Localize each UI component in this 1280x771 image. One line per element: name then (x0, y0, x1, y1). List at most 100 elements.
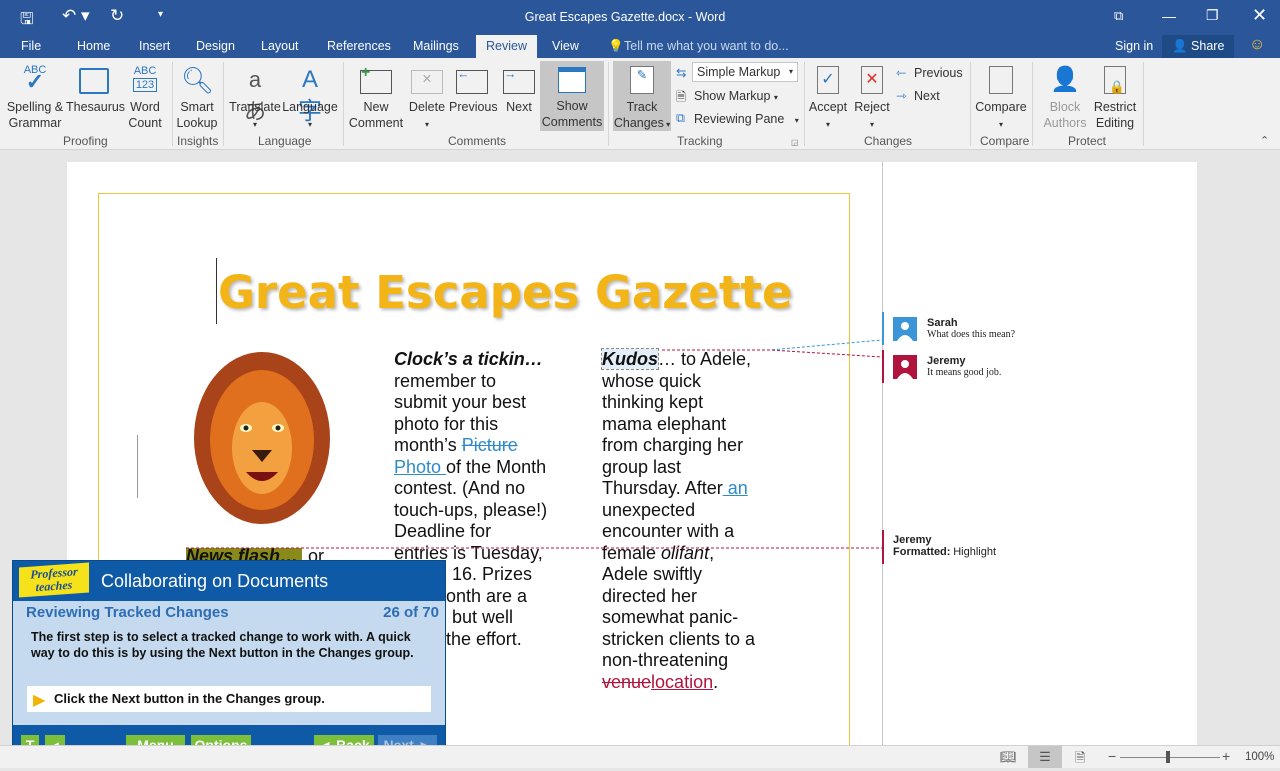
lion-clipart (190, 350, 340, 530)
show-markup-icon: 🗎 (676, 88, 686, 109)
group-insights: Insights (177, 134, 218, 148)
group-compare: Compare (980, 134, 1029, 148)
block-authors-button[interactable]: 👤BlockAuthors (1038, 64, 1092, 131)
reject-button[interactable]: ✕Reject▾ (852, 64, 892, 133)
language-icon: A字 (294, 64, 326, 96)
tab-references[interactable]: References (327, 39, 391, 53)
zoom-slider-thumb[interactable] (1166, 751, 1170, 763)
accept-button[interactable]: ✓Accept▾ (808, 64, 848, 133)
ribbon: ABC✓Spelling &Grammar Thesaurus ABC123Wo… (0, 58, 1280, 150)
share-button[interactable]: 👤 Share (1162, 35, 1234, 58)
compare-icon (989, 66, 1013, 94)
lightbulb-icon: 💡 (608, 39, 624, 54)
restore-icon[interactable]: ❐ (1206, 7, 1219, 24)
tutorial-panel: Professor teaches Collaborating on Docum… (12, 560, 446, 762)
lesson-progress: 26 of 70 (383, 604, 439, 621)
deleted-text[interactable]: Picture (462, 435, 518, 455)
play-arrow-icon: ▶ (33, 690, 45, 710)
restrict-editing-button[interactable]: 🔒RestrictEditing (1092, 64, 1138, 131)
minimize-icon[interactable]: — (1162, 8, 1176, 24)
status-bar: 📖︎ ☰ 🗎 − + 100% (0, 745, 1280, 768)
previous-change-icon: ⇽ (896, 65, 906, 80)
spelling-grammar-button[interactable]: ABC✓Spelling &Grammar (6, 64, 64, 131)
inserted-text[interactable]: location (651, 672, 713, 692)
group-protect: Protect (1068, 134, 1106, 148)
column-2-text: Kudos… to Adele, whose quick thinking ke… (602, 349, 755, 693)
smart-lookup-button[interactable]: 🔍︎SmartLookup (176, 64, 218, 131)
print-layout-icon[interactable]: ☰ (1028, 746, 1062, 768)
markup-select[interactable]: Simple Markup▾ (692, 62, 798, 82)
share-label: Share (1191, 39, 1224, 53)
tab-view[interactable]: View (552, 39, 579, 53)
compare-button[interactable]: Compare▾ (974, 64, 1028, 133)
commented-text[interactable]: Kudos (602, 349, 658, 369)
zoom-out-button[interactable]: − (1108, 748, 1116, 764)
display-for-review-icon: ⇆ (676, 65, 686, 80)
next-change-icon: ⇾ (896, 88, 906, 103)
word-count-button[interactable]: ABC123WordCount (126, 64, 164, 131)
show-comments-button[interactable]: ShowComments (540, 61, 604, 131)
tab-mailings[interactable]: Mailings (413, 39, 459, 53)
inserted-text[interactable]: an (723, 478, 748, 498)
ribbon-tabs: File Home Insert Design Layout Reference… (0, 35, 1280, 58)
inserted-text[interactable]: Photo (394, 457, 446, 477)
smiley-icon[interactable]: ☺ (1249, 36, 1265, 54)
block-authors-icon: 👤 (1049, 64, 1081, 96)
zoom-level[interactable]: 100% (1245, 751, 1274, 763)
previous-change-button[interactable]: Previous (914, 66, 963, 80)
tab-layout[interactable]: Layout (261, 39, 299, 53)
previous-comment-icon: ← (456, 70, 488, 94)
person-icon: 👤 (1172, 39, 1191, 53)
accept-icon: ✓ (817, 66, 839, 94)
group-changes: Changes (864, 134, 912, 148)
zoom-in-button[interactable]: + (1222, 748, 1230, 764)
new-comment-button[interactable]: +NewComment (346, 64, 406, 131)
zoom-slider[interactable] (1120, 757, 1220, 758)
avatar-sarah (893, 317, 917, 341)
translate-button[interactable]: aあTranslate▾ (229, 64, 281, 133)
next-comment-icon: → (503, 70, 535, 94)
tell-me-input[interactable]: Tell me what you want to do... (624, 39, 789, 53)
show-comments-icon (558, 67, 586, 93)
group-proofing: Proofing (63, 134, 108, 148)
spellcheck-icon: ABC✓ (19, 64, 51, 96)
next-change-button[interactable]: Next (914, 89, 940, 103)
tracking-options-launcher[interactable]: ◲ (791, 138, 799, 147)
sign-in-link[interactable]: Sign in (1115, 39, 1153, 53)
reviewing-pane-icon: ⧉ (676, 111, 685, 126)
comment-sarah[interactable]: SarahWhat does this mean? (927, 317, 1015, 340)
avatar-jeremy (893, 355, 917, 379)
language-button[interactable]: A字Language▾ (282, 64, 338, 133)
tab-insert[interactable]: Insert (139, 39, 170, 53)
show-markup-button[interactable]: Show Markup ▾ (694, 89, 778, 103)
text-cursor (216, 258, 217, 324)
deleted-text[interactable]: venue (602, 672, 651, 692)
tab-review[interactable]: Review (476, 35, 537, 58)
word-count-icon: ABC123 (129, 64, 161, 96)
newsletter-title: Great Escapes Gazette (218, 266, 793, 319)
read-mode-icon[interactable]: 📖︎ (1000, 749, 1017, 765)
markup-pane (882, 162, 1197, 745)
comment-jeremy[interactable]: JeremyIt means good job. (927, 355, 1001, 378)
track-changes-icon: ✎ (630, 66, 654, 94)
magnifier-icon: 🔍︎ (181, 64, 213, 96)
next-comment-button[interactable]: →Next (500, 64, 538, 115)
tab-file[interactable]: File (21, 39, 41, 53)
track-changes-button[interactable]: ✎TrackChanges ▾ (613, 61, 671, 131)
tab-design[interactable]: Design (196, 39, 235, 53)
thesaurus-button[interactable]: Thesaurus (66, 64, 122, 115)
collapse-ribbon-icon[interactable]: ⌃ (1260, 134, 1269, 147)
title-bar: 🖫 ↶ ▾ ↻ ▾ Great Escapes Gazette.docx - W… (0, 0, 1280, 35)
lesson-title: Reviewing Tracked Changes (26, 604, 229, 621)
new-comment-icon: + (360, 70, 392, 94)
window-title: Great Escapes Gazette.docx - Word (0, 10, 1250, 24)
reviewing-pane-button[interactable]: Reviewing Pane ▾ (694, 112, 799, 126)
news-flash-after: or (308, 546, 324, 560)
tab-home[interactable]: Home (77, 39, 110, 53)
previous-comment-button[interactable]: ←Previous (449, 64, 495, 115)
close-icon[interactable]: ✕ (1252, 5, 1267, 26)
delete-comment-button[interactable]: ✕Delete▾ (407, 64, 447, 133)
format-change-balloon[interactable]: JeremyFormatted: Highlight (893, 534, 996, 558)
ribbon-display-icon[interactable]: ⧉ (1114, 8, 1123, 24)
lock-document-icon: 🔒 (1104, 66, 1126, 94)
